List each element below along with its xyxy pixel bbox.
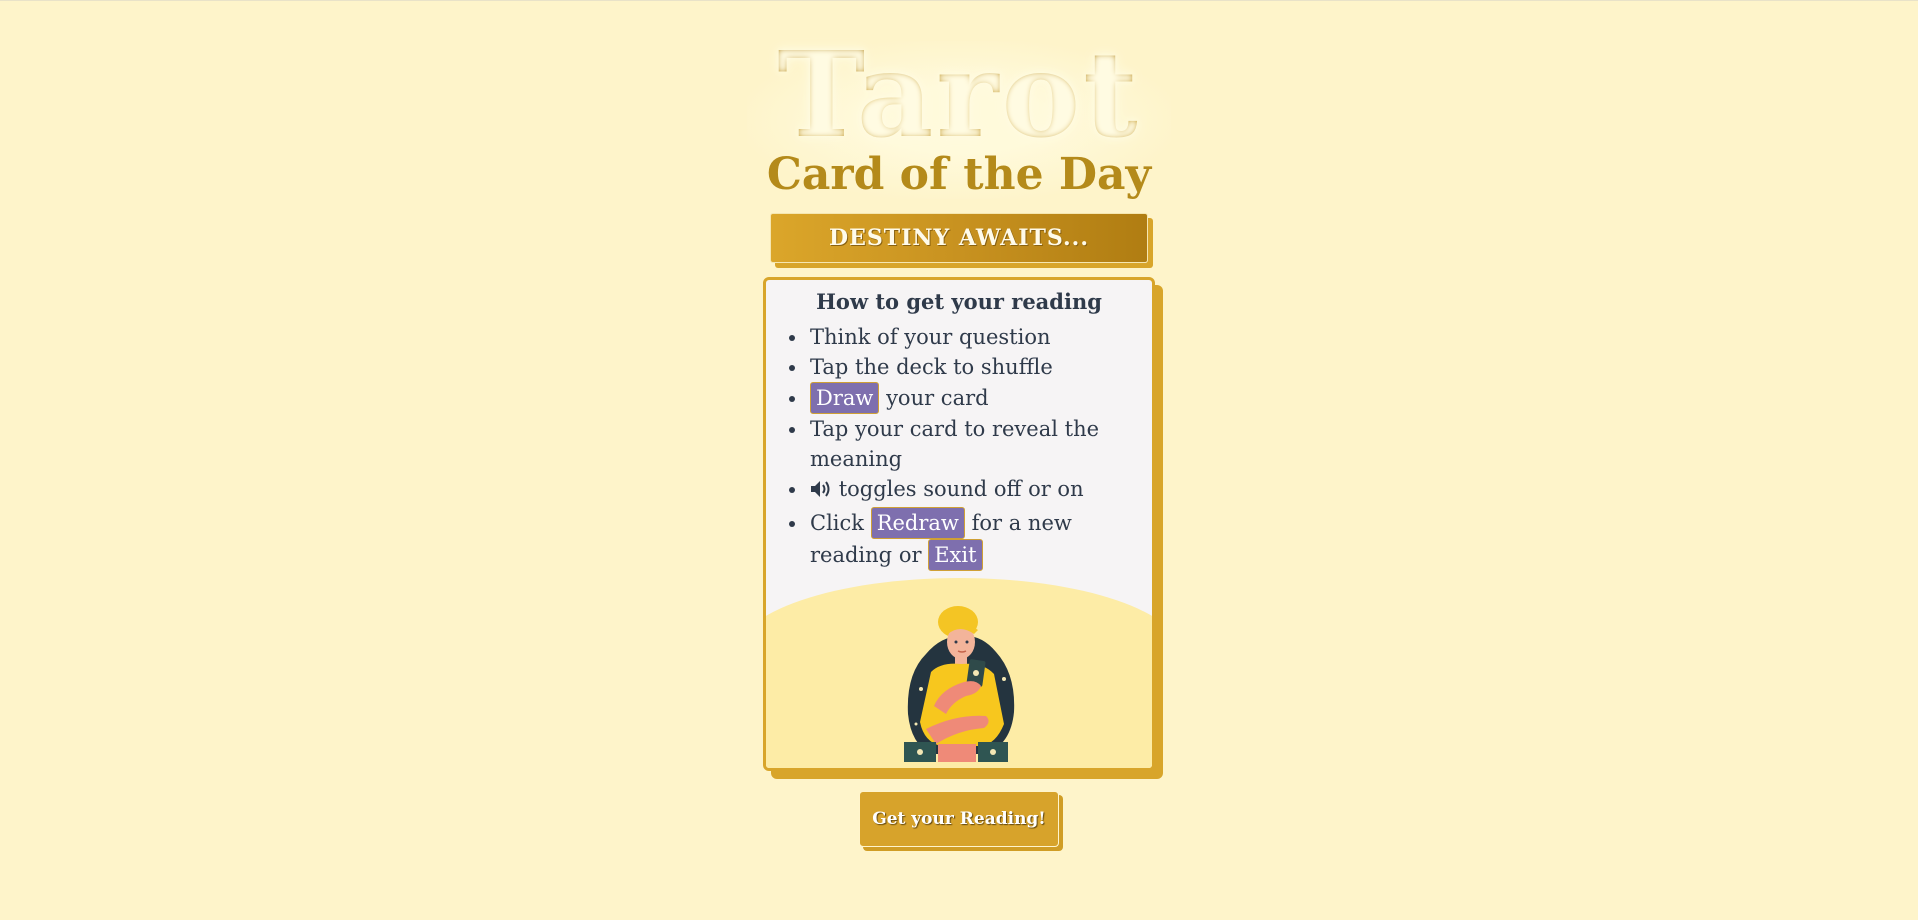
instructions-card: How to get your reading Think of your qu… bbox=[763, 277, 1155, 771]
main-column: Tarot Card of the Day DESTINY AWAITS... … bbox=[0, 1, 1918, 847]
instruction-step-1: Think of your question bbox=[808, 322, 1144, 352]
instruction-step-5: toggles sound off or on bbox=[808, 474, 1144, 507]
instruction-step-6: Click Redraw for a new reading or Exit bbox=[808, 507, 1144, 571]
redraw-chip: Redraw bbox=[870, 507, 965, 539]
title-logo: Tarot Card of the Day bbox=[746, 36, 1172, 200]
instruction-step-2: Tap the deck to shuffle bbox=[808, 352, 1144, 382]
app-subtitle: Card of the Day bbox=[766, 149, 1152, 200]
instruction-step-4: Tap your card to reveal the meaning bbox=[808, 414, 1144, 474]
speaker-icon bbox=[810, 477, 832, 507]
app-title: Tarot bbox=[767, 36, 1151, 154]
instructions-list: Think of your question Tap the deck to s… bbox=[808, 322, 1144, 571]
exit-chip: Exit bbox=[928, 539, 983, 571]
instructions-heading: How to get your reading bbox=[816, 289, 1102, 314]
fortune-teller-icon bbox=[904, 606, 1015, 762]
destiny-banner: DESTINY AWAITS... bbox=[770, 213, 1148, 263]
get-reading-button[interactable]: Get your Reading! bbox=[859, 791, 1059, 847]
instruction-step-3: Draw your card bbox=[808, 382, 1144, 414]
draw-chip: Draw bbox=[810, 382, 880, 414]
fortune-teller-illustration bbox=[766, 578, 1152, 768]
